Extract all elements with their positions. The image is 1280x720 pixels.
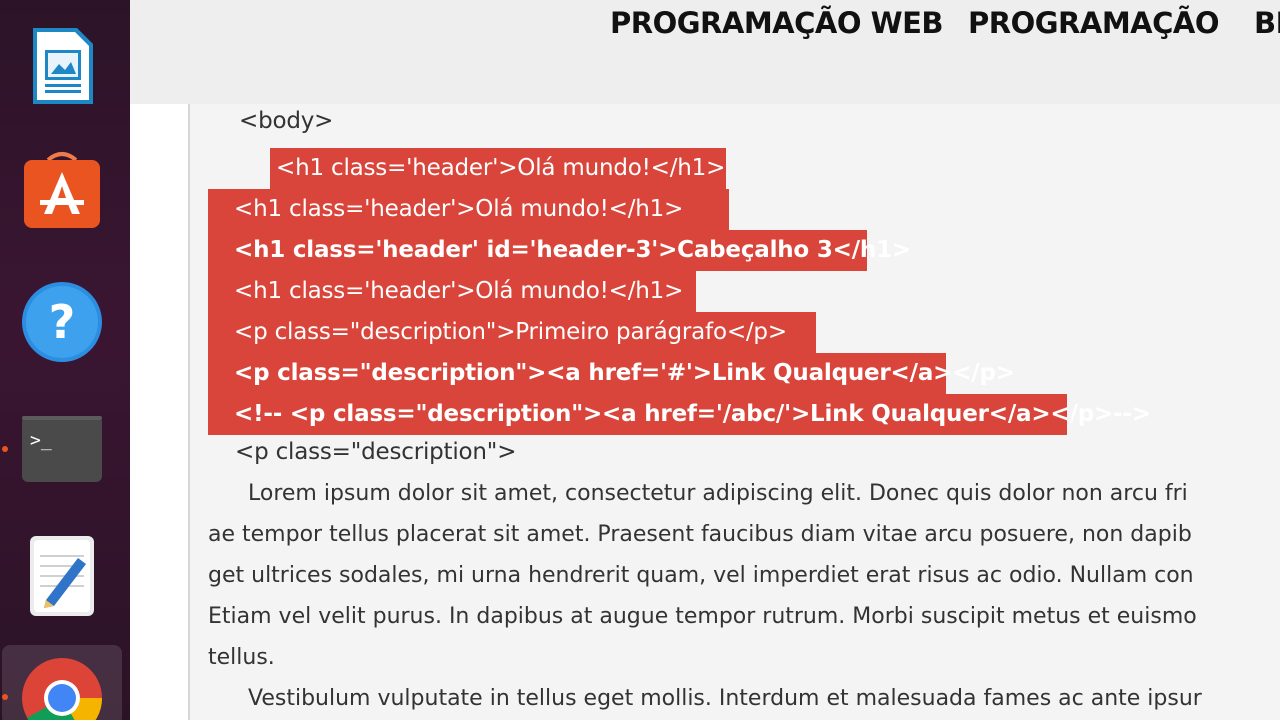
highlighted-code-line: <h1 class='header'>Olá mundo!</h1> xyxy=(208,271,696,312)
nav-item-programacao[interactable]: PROGRAMAÇÃO xyxy=(968,6,1220,40)
highlighted-code-line: <p class="description"><a href='#'>Link … xyxy=(208,353,1015,394)
paragraph-line: ae tempor tellus placerat sit amet. Prae… xyxy=(208,522,1192,547)
paragraph-line: get ultrices sodales, mi urna hendrerit … xyxy=(208,563,1194,588)
nav-item-programacao-web[interactable]: PROGRAMAÇÃO WEB xyxy=(610,6,944,40)
paragraph-line: Etiam vel velit purus. In dapibus at aug… xyxy=(208,604,1197,629)
terminal-icon[interactable]: >_ xyxy=(20,406,104,490)
highlighted-code-line: <h1 class='header'>Olá mundo!</h1> xyxy=(208,189,729,230)
chrome-icon[interactable] xyxy=(20,656,104,720)
svg-text:?: ? xyxy=(49,295,76,349)
ubuntu-dock: ? >_ xyxy=(0,0,130,720)
paragraph-line: Lorem ipsum dolor sit amet, consectetur … xyxy=(248,481,1188,506)
nav-item-bi[interactable]: BI xyxy=(1254,6,1280,40)
svg-text:>_: >_ xyxy=(30,430,52,451)
code-block[interactable]: <body> <h1 class='header'>Olá mundo!</h1… xyxy=(190,104,1280,720)
code-line: <body> xyxy=(239,108,334,134)
code-line: <p class="description"> xyxy=(235,439,517,465)
highlighted-code-line: <h1 class='header'>Olá mundo!</h1> xyxy=(270,148,726,189)
site-header: PROGRAMAÇÃO WEB PROGRAMAÇÃO BI xyxy=(130,0,1280,104)
article-content: <body> <h1 class='header'>Olá mundo!</h1… xyxy=(130,104,1280,720)
highlighted-code-line: <!-- <p class="description"><a href='/ab… xyxy=(208,394,1151,435)
libreoffice-impress-icon[interactable] xyxy=(20,24,104,108)
ubuntu-software-icon[interactable] xyxy=(20,148,104,232)
highlighted-code-line: <h1 class='header' id='header-3'>Cabeçal… xyxy=(208,230,911,271)
running-indicator xyxy=(2,694,8,700)
help-icon[interactable]: ? xyxy=(20,280,104,364)
running-indicator xyxy=(2,446,8,452)
highlighted-code-line: <p class="description">Primeiro parágraf… xyxy=(208,312,816,353)
left-gutter xyxy=(130,104,190,720)
paragraph-line: tellus. xyxy=(208,645,275,670)
text-editor-icon[interactable] xyxy=(20,534,104,618)
paragraph-line: Vestibulum vulputate in tellus eget moll… xyxy=(248,686,1202,711)
